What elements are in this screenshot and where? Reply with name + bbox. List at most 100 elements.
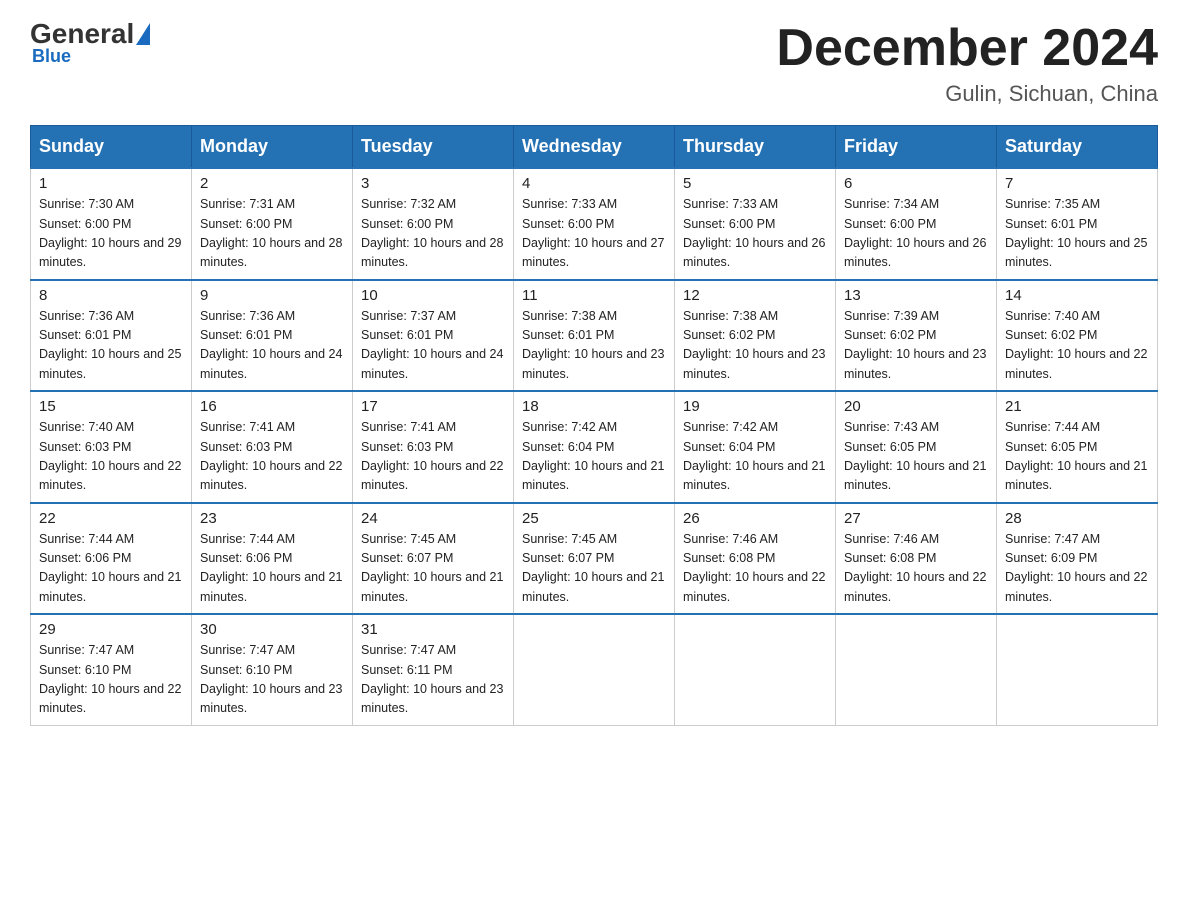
- day-info: Sunrise: 7:38 AMSunset: 6:01 PMDaylight:…: [522, 307, 666, 385]
- calendar-day-cell: 18 Sunrise: 7:42 AMSunset: 6:04 PMDayligh…: [514, 391, 675, 503]
- day-number: 2: [200, 175, 344, 192]
- weekday-header-saturday: Saturday: [997, 126, 1158, 169]
- calendar-day-cell: 24 Sunrise: 7:45 AMSunset: 6:07 PMDayligh…: [353, 503, 514, 615]
- day-info: Sunrise: 7:40 AMSunset: 6:02 PMDaylight:…: [1005, 307, 1149, 385]
- day-number: 18: [522, 398, 666, 415]
- weekday-header-row: SundayMondayTuesdayWednesdayThursdayFrid…: [31, 126, 1158, 169]
- calendar-day-cell: 13 Sunrise: 7:39 AMSunset: 6:02 PMDayligh…: [836, 280, 997, 392]
- calendar-day-cell: 28 Sunrise: 7:47 AMSunset: 6:09 PMDayligh…: [997, 503, 1158, 615]
- logo-blue-text: Blue: [32, 46, 71, 67]
- day-number: 7: [1005, 175, 1149, 192]
- day-info: Sunrise: 7:38 AMSunset: 6:02 PMDaylight:…: [683, 307, 827, 385]
- logo-triangle-icon: [136, 23, 150, 45]
- day-number: 8: [39, 287, 183, 304]
- calendar-week-row: 22Sunrise: 7:44 AMSunset: 6:06 PMDayligh…: [31, 503, 1158, 615]
- day-number: 29: [39, 621, 183, 638]
- calendar-day-cell: 14 Sunrise: 7:40 AMSunset: 6:02 PMDayligh…: [997, 280, 1158, 392]
- calendar-day-cell: 25 Sunrise: 7:45 AMSunset: 6:07 PMDayligh…: [514, 503, 675, 615]
- day-info: Sunrise: 7:42 AMSunset: 6:04 PMDaylight:…: [522, 418, 666, 496]
- day-number: 17: [361, 398, 505, 415]
- calendar-day-cell: 30Sunrise: 7:47 AMSunset: 6:10 PMDayligh…: [192, 614, 353, 725]
- calendar-day-cell: 27 Sunrise: 7:46 AMSunset: 6:08 PMDayligh…: [836, 503, 997, 615]
- day-number: 27: [844, 510, 988, 527]
- day-info: Sunrise: 7:43 AMSunset: 6:05 PMDaylight:…: [844, 418, 988, 496]
- day-number: 21: [1005, 398, 1149, 415]
- day-number: 19: [683, 398, 827, 415]
- day-info: Sunrise: 7:47 AMSunset: 6:09 PMDaylight:…: [1005, 530, 1149, 608]
- day-info: Sunrise: 7:47 AMSunset: 6:11 PMDaylight:…: [361, 641, 505, 719]
- day-info: Sunrise: 7:33 AMSunset: 6:00 PMDaylight:…: [683, 195, 827, 273]
- day-number: 23: [200, 510, 344, 527]
- day-number: 11: [522, 287, 666, 304]
- month-title: December 2024: [776, 20, 1158, 77]
- calendar-day-cell: 9Sunrise: 7:36 AMSunset: 6:01 PMDaylight…: [192, 280, 353, 392]
- calendar-day-cell: 19 Sunrise: 7:42 AMSunset: 6:04 PMDayligh…: [675, 391, 836, 503]
- calendar-day-cell: 8 Sunrise: 7:36 AMSunset: 6:01 PMDaylight…: [31, 280, 192, 392]
- calendar-day-cell: 23 Sunrise: 7:44 AMSunset: 6:06 PMDayligh…: [192, 503, 353, 615]
- logo-general-text: General: [30, 20, 134, 48]
- day-info: Sunrise: 7:40 AMSunset: 6:03 PMDaylight:…: [39, 418, 183, 496]
- day-info: Sunrise: 7:36 AMSunset: 6:01 PMDaylight:…: [39, 307, 183, 385]
- day-info: Sunrise: 7:46 AMSunset: 6:08 PMDaylight:…: [844, 530, 988, 608]
- calendar-table: SundayMondayTuesdayWednesdayThursdayFrid…: [30, 125, 1158, 726]
- calendar-week-row: 8 Sunrise: 7:36 AMSunset: 6:01 PMDaylight…: [31, 280, 1158, 392]
- day-number: 13: [844, 287, 988, 304]
- calendar-week-row: 29 Sunrise: 7:47 AMSunset: 6:10 PMDayligh…: [31, 614, 1158, 725]
- day-number: 16: [200, 398, 344, 415]
- weekday-header-tuesday: Tuesday: [353, 126, 514, 169]
- calendar-day-cell: [836, 614, 997, 725]
- day-number: 5: [683, 175, 827, 192]
- calendar-day-cell: 4 Sunrise: 7:33 AMSunset: 6:00 PMDaylight…: [514, 168, 675, 280]
- day-info: Sunrise: 7:33 AMSunset: 6:00 PMDaylight:…: [522, 195, 666, 273]
- calendar-week-row: 15 Sunrise: 7:40 AMSunset: 6:03 PMDayligh…: [31, 391, 1158, 503]
- day-number: 4: [522, 175, 666, 192]
- weekday-header-thursday: Thursday: [675, 126, 836, 169]
- day-info: Sunrise: 7:42 AMSunset: 6:04 PMDaylight:…: [683, 418, 827, 496]
- calendar-day-cell: [514, 614, 675, 725]
- calendar-day-cell: [675, 614, 836, 725]
- day-number: 10: [361, 287, 505, 304]
- calendar-day-cell: 3Sunrise: 7:32 AMSunset: 6:00 PMDaylight…: [353, 168, 514, 280]
- day-number: 12: [683, 287, 827, 304]
- calendar-day-cell: 29 Sunrise: 7:47 AMSunset: 6:10 PMDayligh…: [31, 614, 192, 725]
- day-number: 24: [361, 510, 505, 527]
- day-info: Sunrise: 7:32 AMSunset: 6:00 PMDaylight:…: [361, 195, 505, 273]
- calendar-day-cell: 22Sunrise: 7:44 AMSunset: 6:06 PMDayligh…: [31, 503, 192, 615]
- day-number: 31: [361, 621, 505, 638]
- calendar-day-cell: 26 Sunrise: 7:46 AMSunset: 6:08 PMDayligh…: [675, 503, 836, 615]
- weekday-header-friday: Friday: [836, 126, 997, 169]
- page-header: General Blue December 2024 Gulin, Sichua…: [30, 20, 1158, 107]
- weekday-header-monday: Monday: [192, 126, 353, 169]
- day-info: Sunrise: 7:44 AMSunset: 6:06 PMDaylight:…: [200, 530, 344, 608]
- calendar-day-cell: 31 Sunrise: 7:47 AMSunset: 6:11 PMDayligh…: [353, 614, 514, 725]
- day-info: Sunrise: 7:41 AMSunset: 6:03 PMDaylight:…: [200, 418, 344, 496]
- location-title: Gulin, Sichuan, China: [776, 81, 1158, 107]
- calendar-day-cell: 6Sunrise: 7:34 AMSunset: 6:00 PMDaylight…: [836, 168, 997, 280]
- day-info: Sunrise: 7:45 AMSunset: 6:07 PMDaylight:…: [522, 530, 666, 608]
- day-info: Sunrise: 7:46 AMSunset: 6:08 PMDaylight:…: [683, 530, 827, 608]
- day-number: 14: [1005, 287, 1149, 304]
- day-number: 1: [39, 175, 183, 192]
- logo: General Blue: [30, 20, 150, 67]
- weekday-header-sunday: Sunday: [31, 126, 192, 169]
- day-info: Sunrise: 7:44 AMSunset: 6:05 PMDaylight:…: [1005, 418, 1149, 496]
- day-number: 15: [39, 398, 183, 415]
- calendar-day-cell: 5 Sunrise: 7:33 AMSunset: 6:00 PMDaylight…: [675, 168, 836, 280]
- calendar-day-cell: 15 Sunrise: 7:40 AMSunset: 6:03 PMDayligh…: [31, 391, 192, 503]
- day-info: Sunrise: 7:35 AMSunset: 6:01 PMDaylight:…: [1005, 195, 1149, 273]
- day-info: Sunrise: 7:41 AMSunset: 6:03 PMDaylight:…: [361, 418, 505, 496]
- day-number: 25: [522, 510, 666, 527]
- day-info: Sunrise: 7:39 AMSunset: 6:02 PMDaylight:…: [844, 307, 988, 385]
- day-info: Sunrise: 7:45 AMSunset: 6:07 PMDaylight:…: [361, 530, 505, 608]
- day-info: Sunrise: 7:47 AMSunset: 6:10 PMDaylight:…: [200, 641, 344, 719]
- day-info: Sunrise: 7:44 AMSunset: 6:06 PMDaylight:…: [39, 530, 183, 608]
- calendar-day-cell: 2 Sunrise: 7:31 AMSunset: 6:00 PMDaylight…: [192, 168, 353, 280]
- day-info: Sunrise: 7:31 AMSunset: 6:00 PMDaylight:…: [200, 195, 344, 273]
- calendar-day-cell: 21 Sunrise: 7:44 AMSunset: 6:05 PMDayligh…: [997, 391, 1158, 503]
- day-info: Sunrise: 7:47 AMSunset: 6:10 PMDaylight:…: [39, 641, 183, 719]
- calendar-week-row: 1Sunrise: 7:30 AMSunset: 6:00 PMDaylight…: [31, 168, 1158, 280]
- weekday-header-wednesday: Wednesday: [514, 126, 675, 169]
- day-number: 28: [1005, 510, 1149, 527]
- day-number: 20: [844, 398, 988, 415]
- day-number: 26: [683, 510, 827, 527]
